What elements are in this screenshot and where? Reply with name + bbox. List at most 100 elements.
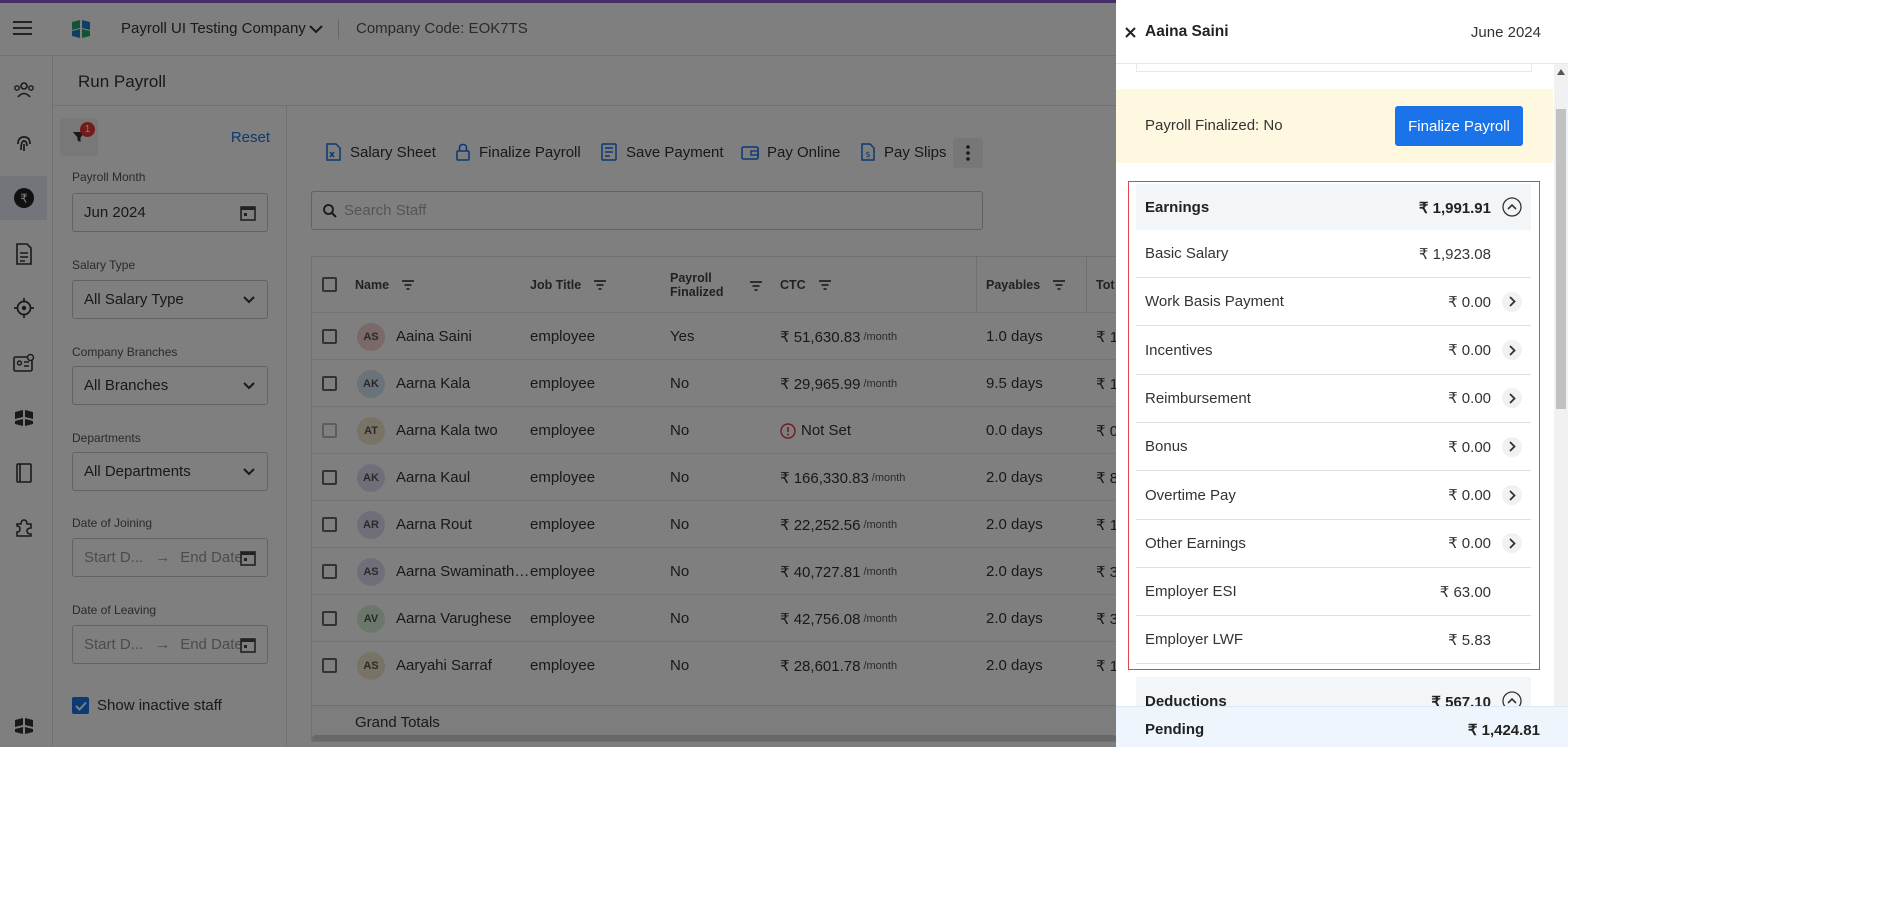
payroll-nav-icon[interactable]: ₹ <box>0 176 47 220</box>
table-row[interactable]: AS Aarna Swaminath… employee No ₹ 40,727.81/… <box>312 547 1116 594</box>
row-checkbox[interactable] <box>322 329 337 344</box>
filter-toggle-button[interactable]: 1 <box>60 118 98 156</box>
column-header-total[interactable]: Tot <box>1096 257 1115 312</box>
earning-row[interactable]: Incentives ₹ 0.00 <box>1136 327 1531 375</box>
row-checkbox[interactable] <box>322 658 337 673</box>
column-header-ctc[interactable]: CTC <box>780 257 832 312</box>
name-cell[interactable]: AK Aarna Kala <box>357 360 470 407</box>
earning-row[interactable]: Reimbursement ₹ 0.00 <box>1136 375 1531 423</box>
collapse-chevron-up-icon[interactable] <box>1502 197 1522 217</box>
chevron-right-icon[interactable] <box>1502 533 1522 554</box>
chevron-right-icon[interactable] <box>1502 340 1522 361</box>
row-checkbox[interactable] <box>322 423 337 438</box>
name-cell[interactable]: AT Aarna Kala two <box>357 407 498 454</box>
chevron-right-icon[interactable] <box>1502 291 1522 312</box>
row-checkbox-cell[interactable] <box>322 595 337 642</box>
column-header-job-title[interactable]: Job Title <box>530 257 607 312</box>
reset-link[interactable]: Reset <box>231 129 270 146</box>
staff-nav-icon[interactable] <box>0 68 47 112</box>
hamburger-menu-icon[interactable] <box>13 20 33 41</box>
book-nav-icon[interactable] <box>0 451 47 495</box>
company-name[interactable]: Payroll UI Testing Company <box>121 20 306 37</box>
horizontal-scrollbar[interactable] <box>312 735 1116 741</box>
row-checkbox[interactable] <box>322 376 337 391</box>
select-all-checkbox-cell[interactable] <box>322 257 337 312</box>
earning-row[interactable]: Work Basis Payment ₹ 0.00 <box>1136 278 1531 327</box>
staff-name[interactable]: Aarna Varughese <box>396 610 512 627</box>
calendar-icon[interactable] <box>239 549 257 567</box>
select-all-checkbox[interactable] <box>322 277 337 292</box>
row-checkbox[interactable] <box>322 517 337 532</box>
staff-name[interactable]: Aarna Kala two <box>396 422 498 439</box>
name-cell[interactable]: AS Aaina Saini <box>357 313 472 360</box>
staff-name[interactable]: Aarna Swaminath… <box>396 563 529 580</box>
scroll-up-arrow-icon[interactable] <box>1557 69 1565 75</box>
earnings-header[interactable]: Earnings ₹ 1,991.91 <box>1136 184 1531 230</box>
row-checkbox[interactable] <box>322 564 337 579</box>
documents-nav-icon[interactable] <box>0 232 47 276</box>
chevron-right-icon[interactable] <box>1502 388 1522 409</box>
row-checkbox-cell[interactable] <box>322 501 337 548</box>
fingerprint-nav-icon[interactable] <box>0 122 47 166</box>
row-checkbox-cell[interactable] <box>322 548 337 595</box>
finalize-payroll-button[interactable]: Finalize Payroll <box>1395 106 1523 146</box>
chevron-right-icon[interactable] <box>1502 485 1522 505</box>
row-checkbox[interactable] <box>322 611 337 626</box>
row-checkbox[interactable] <box>322 470 337 485</box>
staff-name[interactable]: Aarna Kala <box>396 375 470 392</box>
table-row[interactable]: AS Aaina Saini employee Yes ₹ 51,630.83/mont… <box>312 312 1116 359</box>
show-inactive-checkbox[interactable] <box>72 697 89 714</box>
row-checkbox-cell[interactable] <box>322 454 337 501</box>
column-header-payables[interactable]: Payables <box>986 257 1066 312</box>
departments-select[interactable]: All Departments <box>72 452 268 491</box>
plugins-nav-icon[interactable] <box>0 506 47 550</box>
salary-sheet-button[interactable]: Salary Sheet <box>323 142 436 162</box>
joining-start-input[interactable]: Start D... <box>84 549 143 566</box>
drawer-scrollbar-thumb[interactable] <box>1556 109 1566 409</box>
row-checkbox-cell[interactable] <box>322 407 337 454</box>
staff-name[interactable]: Aarna Rout <box>396 516 472 533</box>
column-filter-icon[interactable] <box>1052 279 1066 291</box>
name-cell[interactable]: AV Aarna Varughese <box>357 595 512 642</box>
table-row[interactable]: AK Aarna Kaul employee No ₹ 166,330.83/month… <box>312 453 1116 500</box>
staff-name[interactable]: Aaryahi Sarraf <box>396 657 492 674</box>
joining-end-input[interactable]: End Date <box>180 549 243 566</box>
leaving-end-input[interactable]: End Date <box>180 636 243 653</box>
id-card-nav-icon[interactable] <box>0 341 47 385</box>
column-filter-icon[interactable] <box>818 279 832 291</box>
earning-row[interactable]: Overtime Pay ₹ 0.00 <box>1136 472 1531 520</box>
branches-select[interactable]: All Branches <box>72 366 268 405</box>
pay-slips-button[interactable]: $ Pay Slips <box>859 142 947 162</box>
finalize-payroll-button[interactable]: Finalize Payroll <box>454 142 581 162</box>
staff-name[interactable]: Aarna Kaul <box>396 469 470 486</box>
table-row[interactable]: AR Aarna Rout employee No ₹ 22,252.56/month 2… <box>312 500 1116 547</box>
close-icon[interactable] <box>1125 27 1136 38</box>
search-staff-input[interactable]: Search Staff <box>311 191 983 230</box>
calendar-icon[interactable] <box>239 204 257 222</box>
row-checkbox-cell[interactable] <box>322 360 337 407</box>
column-filter-icon[interactable] <box>593 279 607 291</box>
column-filter-icon[interactable] <box>401 279 415 291</box>
earning-row[interactable]: Bonus ₹ 0.00 <box>1136 423 1531 472</box>
payroll-month-field[interactable]: Jun 2024 <box>72 193 268 232</box>
table-row[interactable]: AK Aarna Kala employee No ₹ 29,965.99/month 9… <box>312 359 1116 406</box>
ledger-nav-icon[interactable] <box>0 396 47 440</box>
table-row[interactable]: AS Aaryahi Sarraf employee No ₹ 28,601.78/mo… <box>312 641 1116 688</box>
staff-name[interactable]: Aaina Saini <box>396 328 472 345</box>
column-header-name[interactable]: Name <box>355 257 415 312</box>
leaving-start-input[interactable]: Start D... <box>84 636 143 653</box>
show-inactive-toggle[interactable]: Show inactive staff <box>72 697 222 714</box>
name-cell[interactable]: AS Aarna Swaminath… <box>357 548 529 595</box>
calendar-icon[interactable] <box>239 636 257 654</box>
app-logo-icon[interactable] <box>0 704 47 748</box>
salary-type-select[interactable]: All Salary Type <box>72 280 268 319</box>
earning-row[interactable]: Other Earnings ₹ 0.00 <box>1136 520 1531 568</box>
more-options-button[interactable] <box>953 138 983 168</box>
table-row[interactable]: AT Aarna Kala two employee No Not Set 0.0 day… <box>312 406 1116 453</box>
leaving-date-range[interactable]: Start D... → End Date <box>72 625 268 664</box>
table-row[interactable]: AV Aarna Varughese employee No ₹ 42,756.08/m… <box>312 594 1116 641</box>
location-nav-icon[interactable] <box>0 286 47 330</box>
chevron-right-icon[interactable] <box>1502 436 1522 457</box>
column-filter-icon[interactable] <box>749 280 763 292</box>
row-checkbox-cell[interactable] <box>322 642 337 689</box>
